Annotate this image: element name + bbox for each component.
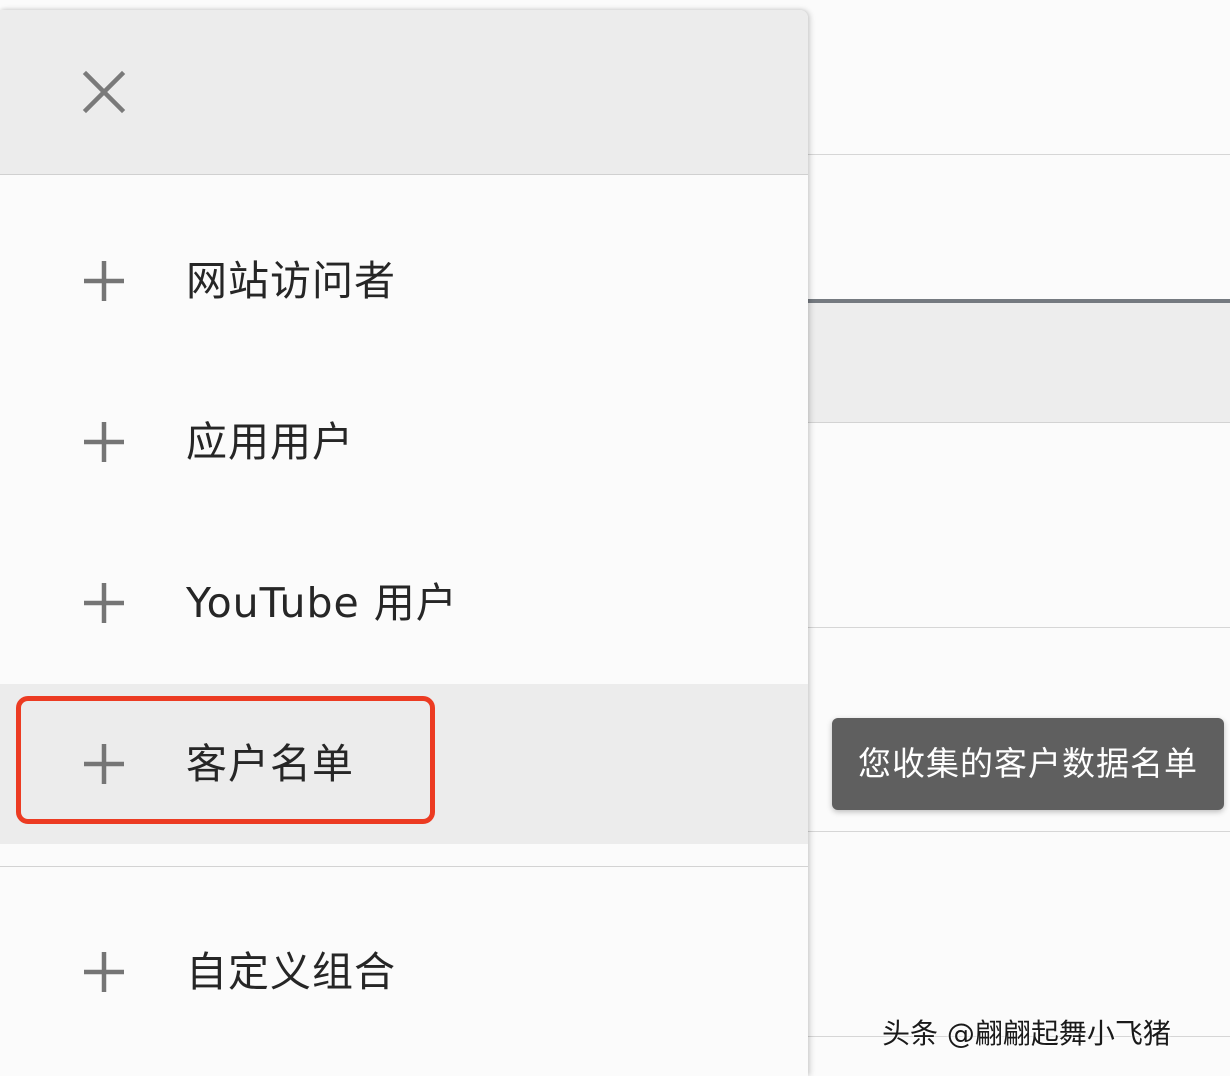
- audience-type-menu: 网站访问者 应用用户 YouTube 用户 客户名单 自定义组合: [0, 10, 808, 1076]
- background-divider: [808, 154, 1230, 155]
- plus-icon: [82, 742, 126, 786]
- tooltip: 您收集的客户数据名单: [832, 718, 1224, 810]
- background-divider: [808, 831, 1230, 832]
- menu-item-label: 网站访问者: [186, 257, 396, 305]
- menu-item-custom-combination[interactable]: 自定义组合: [0, 892, 808, 1052]
- menu-item-app-users[interactable]: 应用用户: [0, 362, 808, 522]
- background-row: [808, 303, 1230, 423]
- plus-icon: [82, 950, 126, 994]
- menu-item-label: 自定义组合: [186, 948, 396, 996]
- plus-icon: [82, 420, 126, 464]
- close-icon: [82, 70, 126, 114]
- menu-item-label: 应用用户: [186, 418, 354, 466]
- menu-divider: [0, 866, 808, 867]
- menu-item-label: YouTube 用户: [186, 579, 458, 627]
- close-button[interactable]: [78, 66, 130, 118]
- menu-item-label: 客户名单: [186, 740, 354, 788]
- menu-item-website-visitors[interactable]: 网站访问者: [0, 201, 808, 361]
- plus-icon: [82, 259, 126, 303]
- menu-item-customer-list[interactable]: 客户名单: [0, 684, 808, 844]
- plus-icon: [82, 581, 126, 625]
- background-divider: [808, 627, 1230, 628]
- watermark-text: 头条 @翩翩起舞小飞猪: [882, 1017, 1171, 1050]
- menu-item-youtube-users[interactable]: YouTube 用户: [0, 523, 808, 683]
- menu-header: [0, 10, 808, 175]
